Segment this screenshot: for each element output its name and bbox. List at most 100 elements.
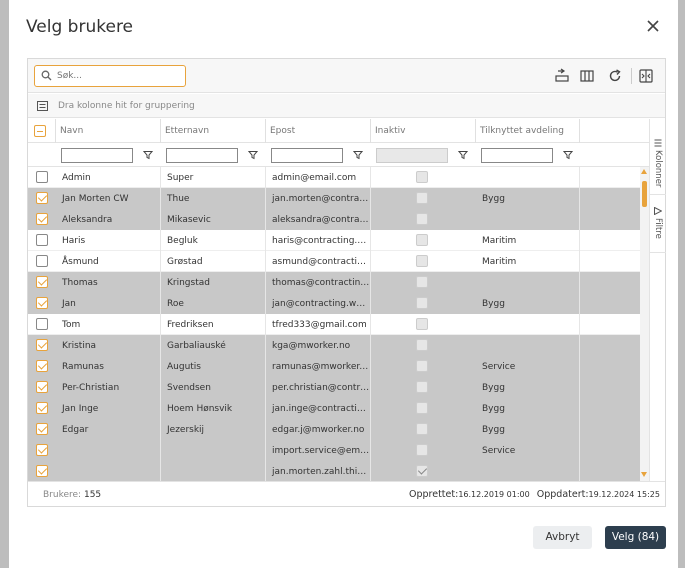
table-row[interactable]: Kristina Garbaliauské kga@mworker.no [28,335,640,356]
inactive-checkbox [416,339,428,351]
row-select-checkbox[interactable] [36,381,48,393]
filter-input-epost[interactable] [271,148,343,163]
cell-avdeling: Service [476,356,580,377]
table-row[interactable]: Thomas Kringstad thomas@contracting... [28,272,640,293]
cell-avdeling [476,209,580,230]
filter-input-inaktiv[interactable] [376,148,448,163]
cell-epost: jan.morten@contract... [266,188,371,209]
cell-avdeling: Bygg [476,419,580,440]
filter-icon[interactable] [458,150,468,160]
column-header-epost[interactable]: Epost [266,119,371,143]
cell-etternavn: Roe [161,293,266,314]
scroll-down-arrow[interactable] [641,472,647,477]
filter-icon[interactable] [248,150,258,160]
filter-input-navn[interactable] [61,148,133,163]
row-select-checkbox[interactable] [36,276,48,288]
table-row[interactable]: Åsmund Grøstad asmund@contractin... Maritim [28,251,640,272]
created-value: 16.12.2019 01:00 [458,490,530,499]
group-panel[interactable]: Dra kolonne hit for gruppering [28,94,665,118]
dialog-title: Velg brukere [26,17,134,37]
row-select-checkbox[interactable] [36,171,48,183]
inactive-checkbox [416,234,428,246]
scrollbar-thumb[interactable] [642,181,647,207]
table-row[interactable]: Admin Super admin@email.com [28,167,640,188]
users-count-value: 155 [83,490,102,500]
row-select-checkbox[interactable] [36,318,48,330]
select-all-cell[interactable] [28,119,56,143]
filter-icon[interactable] [143,150,153,160]
cell-etternavn: Mikasevic [161,209,266,230]
table-row[interactable]: import.service@emai... Service [28,440,640,461]
cell-epost: thomas@contracting... [266,272,371,293]
table-row[interactable]: Jan Roe jan@contracting.works Bygg [28,293,640,314]
export-icon[interactable] [638,68,654,84]
table-row[interactable]: Ramunas Augutis ramunas@mworker.no Service [28,356,640,377]
table-row[interactable]: Haris Begluk haris@contracting.w... Maritim [28,230,640,251]
row-select-checkbox[interactable] [36,234,48,246]
cell-etternavn: Begluk [161,230,266,251]
inactive-checkbox [416,255,428,267]
row-select-checkbox[interactable] [36,444,48,456]
scroll-up-arrow[interactable] [641,169,647,174]
cell-navn: Thomas [56,272,161,293]
close-icon[interactable] [643,16,663,36]
side-tab-columns[interactable]: Kolonner [650,119,666,195]
cell-avdeling: Maritim [476,230,580,251]
table-row[interactable]: Jan Inge Hoem Hønsvik jan.inge@contractin.… [28,398,640,419]
table-row[interactable]: Edgar Jezerskij edgar.j@mworker.no Bygg [28,419,640,440]
row-select-checkbox[interactable] [36,213,48,225]
cell-epost: kga@mworker.no [266,335,371,356]
cell-epost: edgar.j@mworker.no [266,419,371,440]
row-select-checkbox[interactable] [36,192,48,204]
table-row[interactable]: Jan Morten CW Thue jan.morten@contract... B… [28,188,640,209]
row-select-checkbox[interactable] [36,465,48,477]
search-input[interactable] [57,68,181,84]
row-select-checkbox[interactable] [36,423,48,435]
side-tab-filters[interactable]: Filtre [650,195,666,253]
row-select-checkbox[interactable] [36,339,48,351]
cell-epost: haris@contracting.w... [266,230,371,251]
inactive-checkbox [416,360,428,372]
filter-icon[interactable] [353,150,363,160]
cell-avdeling: Bygg [476,293,580,314]
cell-avdeling: Bygg [476,398,580,419]
cell-etternavn: Grøstad [161,251,266,272]
table-row[interactable]: Per-Christian Svendsen per.christian@contr… [28,377,640,398]
cell-etternavn: Augutis [161,356,266,377]
row-select-checkbox[interactable] [36,255,48,267]
select-button[interactable]: Velg (84) [605,526,666,549]
inactive-checkbox [416,171,428,183]
inactive-checkbox [416,192,428,204]
cell-etternavn: Svendsen [161,377,266,398]
columns-icon[interactable] [579,68,595,84]
row-select-checkbox[interactable] [36,297,48,309]
cell-avdeling: Bygg [476,377,580,398]
column-header-avdeling[interactable]: Tilknyttet avdeling [476,119,580,143]
row-select-checkbox[interactable] [36,402,48,414]
cell-navn: Tom [56,314,161,335]
filter-input-avdeling[interactable] [481,148,553,163]
column-header-etternavn[interactable]: Etternavn [161,119,266,143]
cell-navn: Haris [56,230,161,251]
backdrop-left [0,0,9,568]
table-row[interactable]: Aleksandra Mikasevic aleksandra@contract..… [28,209,640,230]
row-select-checkbox[interactable] [36,360,48,372]
column-header-inaktiv[interactable]: Inaktiv [371,119,476,143]
cell-epost: import.service@emai... [266,440,371,461]
cell-epost: tfred333@gmail.com [266,314,371,335]
select-all-checkbox[interactable] [34,125,46,137]
vertical-scrollbar[interactable] [640,167,649,481]
table-row[interactable]: Tom Fredriksen tfred333@gmail.com [28,314,640,335]
group-hint: Dra kolonne hit for gruppering [58,101,195,111]
group-reset-icon[interactable] [554,68,570,84]
cancel-button[interactable]: Avbryt [533,526,592,549]
cell-epost: aleksandra@contract... [266,209,371,230]
filter-input-etternavn[interactable] [166,148,238,163]
cell-etternavn: Fredriksen [161,314,266,335]
cell-navn: Åsmund [56,251,161,272]
filter-icon[interactable] [563,150,573,160]
table-row[interactable]: jan.morten.zahl.thiue... [28,461,640,481]
search-box[interactable] [34,65,186,87]
refresh-icon[interactable] [607,68,623,84]
column-header-navn[interactable]: Navn [56,119,161,143]
